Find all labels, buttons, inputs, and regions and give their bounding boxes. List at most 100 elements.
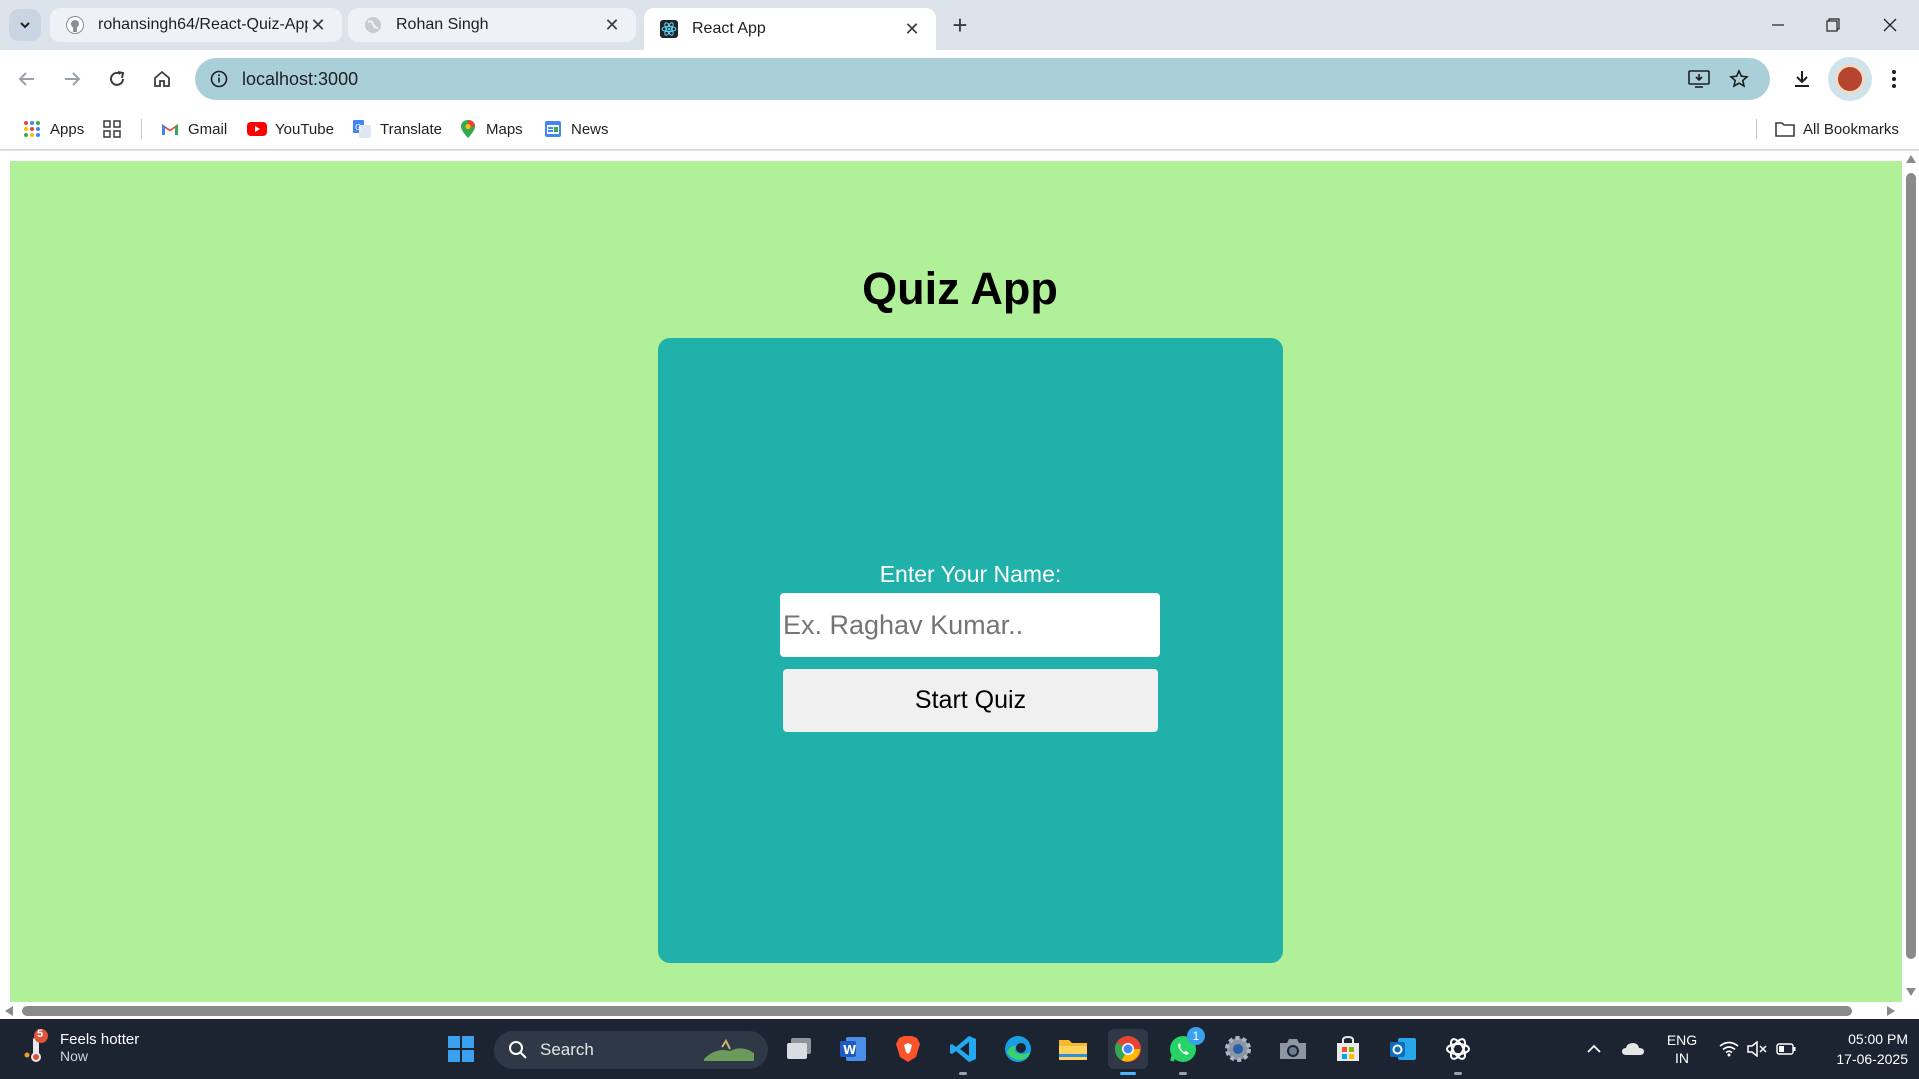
vertical-scroll-thumb[interactable] [1906, 173, 1916, 959]
taskbar-search[interactable]: Search [494, 1031, 768, 1069]
url-text[interactable]: localhost:3000 [242, 58, 358, 100]
bookmark-maps[interactable]: Maps [458, 108, 523, 150]
battery-icon[interactable] [1772, 1019, 1800, 1079]
menu-kebab-icon[interactable] [1876, 61, 1912, 97]
close-tab-icon[interactable]: ✕ [602, 15, 622, 35]
weather-widget[interactable]: 5 Feels hotter Now [24, 1028, 139, 1065]
globe-icon [364, 16, 382, 34]
svg-text:G: G [355, 123, 361, 132]
bookmark-label: Apps [50, 120, 85, 138]
taskbar-search-label: Search [540, 1040, 594, 1059]
page-viewport: Quiz App Enter Your Name: Start Quiz [0, 151, 1919, 1019]
site-info-icon[interactable] [203, 63, 235, 95]
close-tab-icon[interactable]: ✕ [308, 15, 328, 35]
running-indicator [1454, 1072, 1462, 1075]
bookmark-youtube[interactable]: YouTube [247, 108, 334, 150]
bookmark-gmail[interactable]: Gmail [160, 108, 227, 150]
chatgpt-icon[interactable] [1438, 1029, 1478, 1075]
word-icon[interactable]: W [833, 1029, 873, 1069]
language-line1: ENG [1666, 1032, 1698, 1048]
close-tab-icon[interactable]: ✕ [902, 19, 922, 39]
tab-search-button[interactable] [9, 9, 41, 41]
gmail-icon [160, 119, 180, 139]
task-view-icon[interactable] [779, 1029, 819, 1069]
restore-icon[interactable] [1805, 0, 1861, 50]
quiz-page: Quiz App Enter Your Name: Start Quiz [10, 161, 1902, 1002]
bookmarks-bar: Apps Gmail YouTube G Translate Maps News [0, 108, 1919, 150]
bookmark-news[interactable]: News [543, 108, 609, 150]
home-icon[interactable] [144, 61, 180, 97]
microsoft-store-icon[interactable] [1328, 1029, 1368, 1069]
file-explorer-icon[interactable] [1053, 1029, 1093, 1069]
scroll-right-arrow[interactable] [1887, 1006, 1895, 1016]
scroll-down-arrow[interactable] [1906, 988, 1916, 996]
all-bookmarks-label: All Bookmarks [1803, 120, 1899, 138]
forward-icon[interactable] [54, 61, 90, 97]
bookmark-apps[interactable]: Apps [22, 108, 84, 150]
new-tab-button[interactable]: + [944, 10, 976, 40]
language-indicator[interactable]: ENG IN [1660, 1019, 1704, 1079]
minimize-icon[interactable] [1750, 0, 1806, 50]
quiz-card: Enter Your Name: Start Quiz [658, 338, 1283, 963]
horizontal-scrollbar[interactable] [0, 1002, 1903, 1019]
running-indicator [959, 1072, 967, 1075]
bookmark-star-icon[interactable] [1723, 63, 1755, 95]
address-bar[interactable]: localhost:3000 [195, 58, 1770, 100]
wifi-icon[interactable] [1715, 1019, 1743, 1079]
clock-time: 05:00 PM [1848, 1031, 1908, 1047]
running-indicator [1179, 1072, 1187, 1075]
show-hidden-icons-chevron-icon[interactable] [1580, 1019, 1608, 1079]
bookmark-label: Gmail [188, 120, 228, 138]
volume-muted-icon[interactable] [1743, 1019, 1771, 1079]
maps-pin-icon [458, 119, 478, 139]
all-bookmarks-button[interactable]: All Bookmarks [1775, 108, 1899, 150]
reload-icon[interactable] [99, 61, 135, 97]
apps-grid-icon [22, 119, 42, 139]
tab-title: rohansingh64/React-Quiz-App [98, 16, 308, 33]
page-title: Quiz App [862, 263, 1058, 314]
bookmark-divider [141, 119, 142, 139]
settings-gear-icon[interactable] [1218, 1029, 1258, 1069]
react-icon [660, 20, 678, 38]
tab-rohan-singh[interactable]: Rohan Singh ✕ [348, 8, 636, 42]
tab-react-app[interactable]: React App ✕ [644, 8, 936, 50]
vscode-icon[interactable] [943, 1029, 983, 1075]
onedrive-cloud-icon[interactable] [1618, 1019, 1648, 1079]
clock-date: 17-06-2025 [1836, 1051, 1908, 1067]
back-icon[interactable] [9, 61, 45, 97]
bookmark-label: Maps [486, 120, 523, 138]
windows-start-icon[interactable] [441, 1029, 481, 1069]
news-icon [543, 119, 563, 139]
outlook-icon[interactable] [1383, 1029, 1423, 1069]
clock[interactable]: 05:00 PM 17-06-2025 [1812, 1019, 1908, 1079]
horizontal-scroll-thumb[interactable] [22, 1006, 1852, 1016]
browser-toolbar: localhost:3000 [0, 50, 1919, 108]
name-label: Enter Your Name: [879, 561, 1062, 587]
install-app-icon[interactable] [1683, 63, 1715, 95]
close-window-icon[interactable] [1862, 0, 1918, 50]
downloads-icon[interactable] [1784, 61, 1820, 97]
tab-github[interactable]: rohansingh64/React-Quiz-App ✕ [50, 8, 342, 42]
bookmark-translate[interactable]: G Translate [352, 108, 442, 150]
vertical-scrollbar[interactable] [1903, 151, 1919, 1002]
bookmark-label: YouTube [275, 120, 334, 138]
edge-icon[interactable] [998, 1029, 1038, 1069]
bookmark-label: News [571, 120, 609, 138]
windows-taskbar: 5 Feels hotter Now Search W 1 ENG IN 05:… [0, 1019, 1919, 1079]
folder-icon [1775, 119, 1795, 139]
scroll-up-arrow[interactable] [1906, 155, 1916, 163]
search-highlight-icon [702, 1037, 756, 1068]
whatsapp-icon[interactable]: 1 [1163, 1027, 1205, 1075]
tab-groups-icon[interactable] [103, 108, 121, 150]
camera-icon[interactable] [1273, 1029, 1313, 1069]
brave-browser-icon[interactable] [888, 1029, 928, 1069]
name-input[interactable] [780, 593, 1160, 657]
tab-strip: rohansingh64/React-Quiz-App ✕ Rohan Sing… [0, 0, 1919, 50]
start-quiz-button[interactable]: Start Quiz [783, 669, 1158, 732]
svg-text:W: W [843, 1043, 856, 1057]
scroll-left-arrow[interactable] [5, 1006, 13, 1016]
chrome-icon[interactable] [1108, 1029, 1148, 1075]
profile-avatar[interactable] [1828, 57, 1872, 101]
translate-icon: G [352, 119, 372, 139]
bookmark-divider [1756, 119, 1757, 139]
